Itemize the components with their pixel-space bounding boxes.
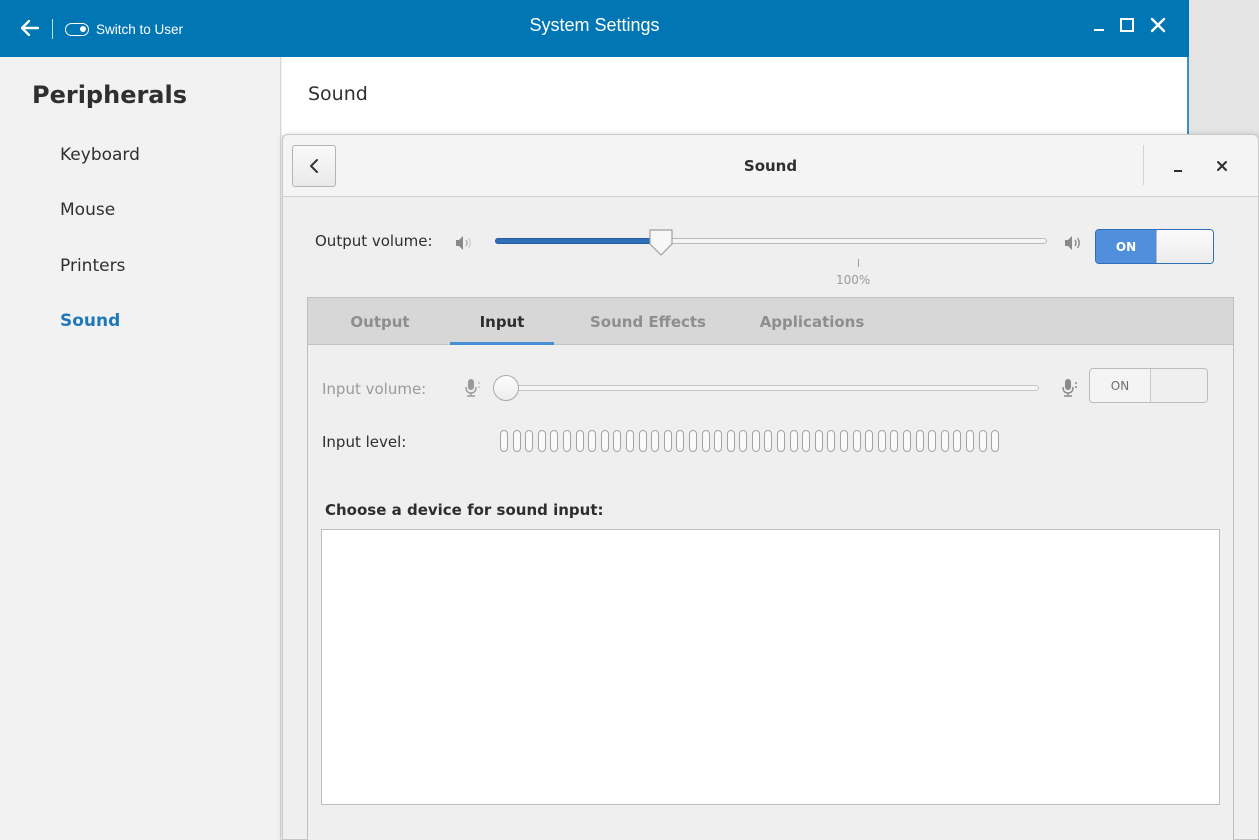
sound-notebook: Output Input Sound Effects Applications … xyxy=(307,297,1234,840)
input-volume-slider[interactable] xyxy=(493,375,1039,403)
switch-to-user-button[interactable]: Switch to User xyxy=(65,18,183,40)
input-level-segment xyxy=(651,430,660,452)
tab-input[interactable]: Input xyxy=(450,298,554,345)
input-level-label: Input level: xyxy=(322,433,407,451)
input-level-segment xyxy=(663,430,672,452)
sidebar-item-printers[interactable]: Printers xyxy=(60,256,125,276)
input-level-segment xyxy=(928,430,937,452)
input-level-segment xyxy=(802,430,811,452)
input-volume-slider-thumb[interactable] xyxy=(493,375,519,401)
close-icon[interactable] xyxy=(1146,12,1170,38)
page-title: Sound xyxy=(308,83,368,105)
dialog-header-divider xyxy=(1143,145,1144,185)
input-level-segment xyxy=(562,430,571,452)
output-mute-switch[interactable]: ON xyxy=(1095,229,1214,264)
input-level-segment xyxy=(625,430,634,452)
input-level-segment xyxy=(877,430,886,452)
sidebar-heading: Peripherals xyxy=(32,81,188,109)
output-volume-slider-thumb[interactable] xyxy=(647,227,675,257)
input-level-segment xyxy=(865,430,874,452)
input-level-segment xyxy=(575,430,584,452)
sidebar-item-keyboard[interactable]: Keyboard xyxy=(60,145,140,165)
input-level-segment xyxy=(537,430,546,452)
switch-to-user-label: Switch to User xyxy=(96,21,184,37)
close-icon[interactable] xyxy=(1209,153,1235,179)
titlebar: Switch to User System Settings xyxy=(0,0,1189,57)
input-switch-on-label: ON xyxy=(1110,378,1130,393)
input-level-segment xyxy=(525,430,534,452)
input-level-segment xyxy=(739,430,748,452)
input-device-heading: Choose a device for sound input: xyxy=(325,501,604,519)
input-level-segment xyxy=(827,430,836,452)
input-level-segment xyxy=(512,430,521,452)
input-level-segment xyxy=(915,430,924,452)
output-switch-handle xyxy=(1156,230,1213,263)
input-level-segment xyxy=(613,430,622,452)
input-level-segment xyxy=(764,430,773,452)
input-device-list[interactable] xyxy=(321,529,1220,805)
minimize-icon[interactable] xyxy=(1087,12,1111,38)
input-level-segment xyxy=(688,430,697,452)
input-level-segment xyxy=(600,430,609,452)
input-level-segment xyxy=(789,430,798,452)
input-level-segment xyxy=(500,430,508,452)
volume-100-label: 100% xyxy=(836,273,871,287)
input-level-segment xyxy=(550,430,559,452)
dialog-title: Sound xyxy=(743,157,798,175)
maximize-icon[interactable] xyxy=(1115,12,1139,38)
microphone-high-icon xyxy=(1062,379,1077,397)
sound-dialog: Sound Output volume: 100% ON Output Inpu… xyxy=(282,134,1259,840)
input-level-meter xyxy=(500,430,1004,452)
input-level-segment xyxy=(751,430,760,452)
output-volume-label: Output volume: xyxy=(315,232,433,250)
tab-applications[interactable]: Applications xyxy=(742,298,882,345)
volume-100-mark xyxy=(858,259,859,267)
dialog-back-button[interactable] xyxy=(292,145,336,187)
input-level-segment xyxy=(965,430,974,452)
input-switch-handle xyxy=(1150,369,1207,402)
input-level-segment xyxy=(991,430,1000,452)
output-switch-on-label: ON xyxy=(1096,230,1156,263)
input-level-segment xyxy=(777,430,786,452)
volume-low-icon xyxy=(456,236,471,250)
dialog-header: Sound xyxy=(283,135,1258,197)
input-volume-label: Input volume: xyxy=(322,380,427,398)
input-level-segment xyxy=(940,430,949,452)
input-mute-switch[interactable]: ON xyxy=(1089,368,1208,403)
input-level-segment xyxy=(714,430,723,452)
input-level-segment xyxy=(726,430,735,452)
content-header: Sound xyxy=(282,57,1189,135)
output-volume-slider[interactable] xyxy=(495,227,1047,257)
toggle-icon xyxy=(65,22,89,36)
input-level-segment xyxy=(638,430,647,452)
titlebar-divider xyxy=(52,19,53,39)
input-level-segment xyxy=(978,430,987,452)
input-level-segment xyxy=(588,430,597,452)
input-level-segment xyxy=(890,430,899,452)
microphone-low-icon xyxy=(465,379,480,397)
tab-bar: Output Input Sound Effects Applications xyxy=(308,298,1233,345)
sidebar-item-sound[interactable]: Sound xyxy=(60,311,120,331)
minimize-icon[interactable] xyxy=(1165,153,1191,179)
input-level-segment xyxy=(814,430,823,452)
input-level-segment xyxy=(701,430,710,452)
input-level-segment xyxy=(852,430,861,452)
input-level-segment xyxy=(903,430,911,452)
desktop-backdrop xyxy=(1189,0,1259,134)
tab-output[interactable]: Output xyxy=(330,298,430,345)
tab-sound-effects[interactable]: Sound Effects xyxy=(574,298,722,345)
input-level-segment xyxy=(676,430,685,452)
volume-high-icon xyxy=(1065,236,1080,250)
input-level-segment xyxy=(840,430,849,452)
arrow-left-icon[interactable] xyxy=(18,16,42,40)
sidebar-item-mouse[interactable]: Mouse xyxy=(60,200,115,220)
sidebar: Peripherals Keyboard Mouse Printers Soun… xyxy=(0,57,281,840)
input-level-segment xyxy=(953,430,962,452)
chevron-left-icon xyxy=(310,159,318,173)
